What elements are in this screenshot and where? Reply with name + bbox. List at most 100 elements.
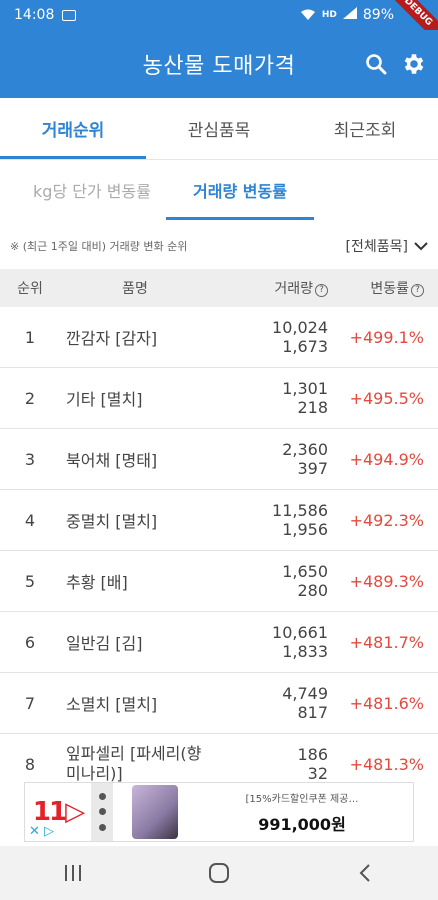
header-rate[interactable]: 변동률? <box>330 278 438 298</box>
row-name: 추황 [배] <box>66 573 128 592</box>
status-bar: 14:08 HD 89% DEBUG <box>0 0 438 46</box>
table-header: 순위 품명 거래량? 변동률? <box>0 269 438 307</box>
app-bar: 농산물 도매가격 <box>0 30 438 98</box>
home-button[interactable] <box>189 853 249 893</box>
ad-carousel-indicator <box>91 783 113 841</box>
ad-promo-text: [15%카드할인쿠폰 제공… <box>245 793 359 805</box>
row-rate: +481.7% <box>349 632 424 652</box>
row-name: 일반김 [김] <box>66 634 143 653</box>
header-rank: 순위 <box>17 281 43 297</box>
volume-previous: 817 <box>297 703 328 722</box>
row-rate: +495.5% <box>349 388 424 408</box>
row-rate: +494.9% <box>349 449 424 469</box>
category-dropdown[interactable]: [전체품목] <box>346 236 428 256</box>
search-icon <box>366 54 387 75</box>
volume-current: 11,586 <box>272 501 328 520</box>
volume-current: 4,749 <box>282 684 328 703</box>
volume-previous: 1,956 <box>282 520 328 539</box>
ad-banner[interactable]: 11▷ ✕ ▷ [15%카드할인쿠폰 제공… 991,000원 <box>24 782 414 842</box>
row-volume: 186 32 <box>210 745 330 782</box>
table-row[interactable]: 3 북어채 [명태] 2,360 397 +494.9% <box>0 429 438 490</box>
search-button[interactable] <box>362 50 390 78</box>
volume-current: 10,661 <box>272 623 328 642</box>
volume-current: 2,360 <box>282 440 328 459</box>
row-volume: 2,360 397 <box>210 440 330 478</box>
header-volume-label: 거래량 <box>274 281 313 297</box>
row-volume: 4,749 817 <box>210 684 330 722</box>
back-button[interactable] <box>335 853 395 893</box>
row-volume: 11,586 1,956 <box>210 501 330 539</box>
recent-apps-button[interactable] <box>43 853 103 893</box>
row-rank: 1 <box>24 327 36 347</box>
ad-info: [15%카드할인쿠폰 제공… 991,000원 <box>197 783 413 841</box>
filter-row: ※ (최근 1주일 대비) 거래량 변화 순위 [전체품목] <box>0 225 438 267</box>
ad-brand: 11▷ <box>32 797 85 827</box>
table-row[interactable]: 1 깐감자 [감자] 10,024 1,673 +499.1% <box>0 307 438 368</box>
header-rate-label: 변동률 <box>370 281 409 297</box>
subtab-volume-change[interactable]: 거래량 변동률 <box>166 160 314 220</box>
volume-current: 1,650 <box>282 562 328 581</box>
gear-icon <box>404 54 424 74</box>
chevron-down-icon <box>414 242 428 251</box>
table-row[interactable]: 2 기타 [멸치] 1,301 218 +495.5% <box>0 368 438 429</box>
row-name: 기타 [멸치] <box>66 390 143 409</box>
volume-current: 1,301 <box>282 379 328 398</box>
table-row[interactable]: 6 일반김 [김] 10,661 1,833 +481.7% <box>0 612 438 673</box>
row-name: 잎파셀리 [파세리(향미나리)] <box>66 744 202 782</box>
row-volume: 10,661 1,833 <box>210 623 330 661</box>
volume-current: 186 <box>297 745 328 764</box>
row-rate: +481.3% <box>349 754 424 774</box>
volume-previous: 280 <box>297 581 328 600</box>
row-volume: 1,650 280 <box>210 562 330 600</box>
volume-previous: 1,673 <box>282 337 328 356</box>
gallery-notification-icon <box>62 9 77 21</box>
table-row[interactable]: 7 소멸치 [멸치] 4,749 817 +481.6% <box>0 673 438 734</box>
header-volume[interactable]: 거래량? <box>210 278 330 298</box>
category-dropdown-value: [전체품목] <box>345 239 408 255</box>
tab-favorites[interactable]: 관심품목 <box>146 98 292 159</box>
subtab-unit-price-change[interactable]: kg당 단가 변동률 <box>18 160 166 220</box>
volume-previous: 32 <box>307 764 328 782</box>
row-volume: 10,024 1,673 <box>210 318 330 356</box>
table-row[interactable]: 4 중멸치 [멸치] 11,586 1,956 +492.3% <box>0 490 438 551</box>
wifi-icon <box>300 9 316 21</box>
table-row[interactable]: 8 잎파셀리 [파세리(향미나리)] 186 32 +481.3% <box>0 734 438 782</box>
row-rate: +499.1% <box>349 327 424 347</box>
table-row[interactable]: 5 추황 [배] 1,650 280 +489.3% <box>0 551 438 612</box>
row-name: 깐감자 [감자] <box>66 329 158 348</box>
tab-recent[interactable]: 최근조회 <box>292 98 438 159</box>
row-rank: 2 <box>24 388 36 408</box>
row-volume: 1,301 218 <box>210 379 330 417</box>
volume-current: 10,024 <box>272 318 328 337</box>
row-rate: +481.6% <box>349 693 424 713</box>
network-type: HD <box>321 10 337 20</box>
signal-icon <box>342 7 357 23</box>
ad-logo: 11▷ ✕ ▷ <box>25 783 91 841</box>
page-title: 농산물 도매가격 <box>142 54 296 79</box>
help-icon: ? <box>411 284 424 297</box>
ad-price: 991,000원 <box>258 814 346 834</box>
system-nav-bar <box>0 846 438 900</box>
tab-trade-ranking[interactable]: 거래순위 <box>0 98 146 159</box>
sub-tabs: kg당 단가 변동률 거래량 변동률 <box>0 160 438 220</box>
row-rank: 8 <box>24 754 36 774</box>
ranking-list: 1 깐감자 [감자] 10,024 1,673 +499.1% 2 기타 [멸치]… <box>0 307 438 782</box>
row-rank: 7 <box>24 693 36 713</box>
ranking-note: ※ (최근 1주일 대비) 거래량 변화 순위 <box>10 240 188 253</box>
row-rank: 3 <box>24 449 36 469</box>
ad-close-icon[interactable]: ✕ ▷ <box>29 824 54 839</box>
main-tabs: 거래순위 관심품목 최근조회 <box>0 98 438 160</box>
back-icon <box>359 864 370 882</box>
settings-button[interactable] <box>400 50 428 78</box>
volume-previous: 1,833 <box>282 642 328 661</box>
row-name: 소멸치 [멸치] <box>66 695 158 714</box>
row-rank: 4 <box>24 510 36 530</box>
status-time: 14:08 <box>14 7 55 23</box>
volume-previous: 397 <box>297 459 328 478</box>
row-name: 중멸치 [멸치] <box>66 512 158 531</box>
home-icon <box>209 863 229 883</box>
help-icon: ? <box>315 284 328 297</box>
volume-previous: 218 <box>297 398 328 417</box>
row-rate: +489.3% <box>349 571 424 591</box>
recent-apps-icon <box>65 865 81 881</box>
